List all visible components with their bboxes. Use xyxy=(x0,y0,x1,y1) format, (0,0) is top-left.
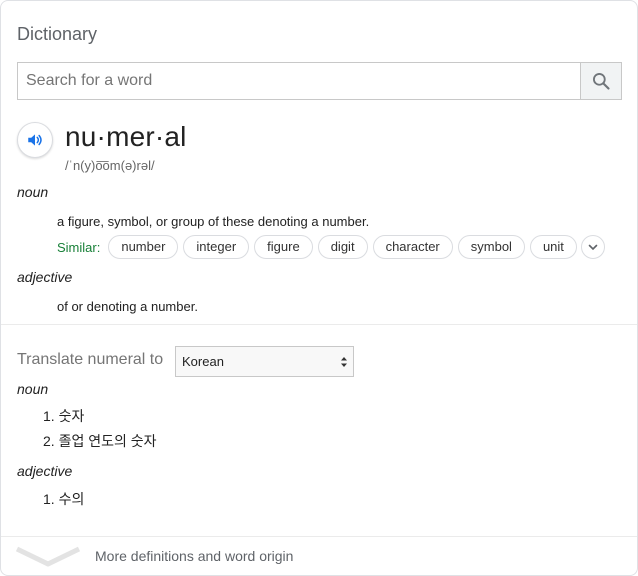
similar-words: Similar: number integer figure digit cha… xyxy=(57,235,605,259)
similar-label: Similar: xyxy=(57,239,101,255)
dictionary-card: Dictionary nu·mer·al /ˈn(y)o͞om(ə)rəl/ n… xyxy=(0,0,638,576)
select-arrows-icon xyxy=(341,357,347,367)
section-divider xyxy=(1,324,637,325)
similar-chip-character[interactable]: character xyxy=(372,235,453,259)
part-of-speech-adjective: adjective xyxy=(17,269,73,285)
translation-item: 1. 숫자 xyxy=(43,408,85,424)
language-select[interactable]: Korean xyxy=(175,346,354,377)
search-icon xyxy=(593,73,610,90)
similar-chip-symbol[interactable]: symbol xyxy=(457,235,525,259)
footer-divider xyxy=(1,536,637,537)
translation-item: 2. 졸업 연도의 숫자 xyxy=(43,433,157,449)
similar-chip-unit[interactable]: unit xyxy=(529,235,577,259)
expand-similar-button[interactable] xyxy=(580,235,605,259)
phonetic: /ˈn(y)o͞om(ə)rəl/ xyxy=(65,158,155,173)
translation-item: 1. 수의 xyxy=(43,491,85,507)
more-definitions-label: More definitions and word origin xyxy=(95,548,294,564)
more-definitions-link[interactable]: More definitions and word origin xyxy=(15,545,293,567)
expand-chevron-icon xyxy=(15,546,81,567)
pronunciation-button[interactable] xyxy=(17,122,53,158)
translate-pos-noun: noun xyxy=(17,381,49,397)
similar-chip-figure[interactable]: figure xyxy=(254,235,313,259)
headword: nu·mer·al xyxy=(65,121,187,152)
definition-noun: a figure, symbol, or group of these deno… xyxy=(57,214,370,229)
translate-label: Translate numeral to xyxy=(17,351,164,368)
card-title: Dictionary xyxy=(17,24,98,44)
search-button[interactable] xyxy=(580,63,621,99)
speaker-icon xyxy=(28,134,42,146)
similar-chip-number[interactable]: number xyxy=(108,235,179,259)
similar-chip-digit[interactable]: digit xyxy=(317,235,368,259)
definition-adjective: of or denoting a number. xyxy=(57,299,198,314)
search-input[interactable] xyxy=(18,63,580,99)
search-box xyxy=(17,62,622,100)
part-of-speech-noun: noun xyxy=(17,184,49,200)
chevron-down-icon xyxy=(588,244,598,251)
language-select-value: Korean xyxy=(182,354,224,369)
similar-chip-integer[interactable]: integer xyxy=(183,235,250,259)
translate-pos-adjective: adjective xyxy=(17,463,73,479)
